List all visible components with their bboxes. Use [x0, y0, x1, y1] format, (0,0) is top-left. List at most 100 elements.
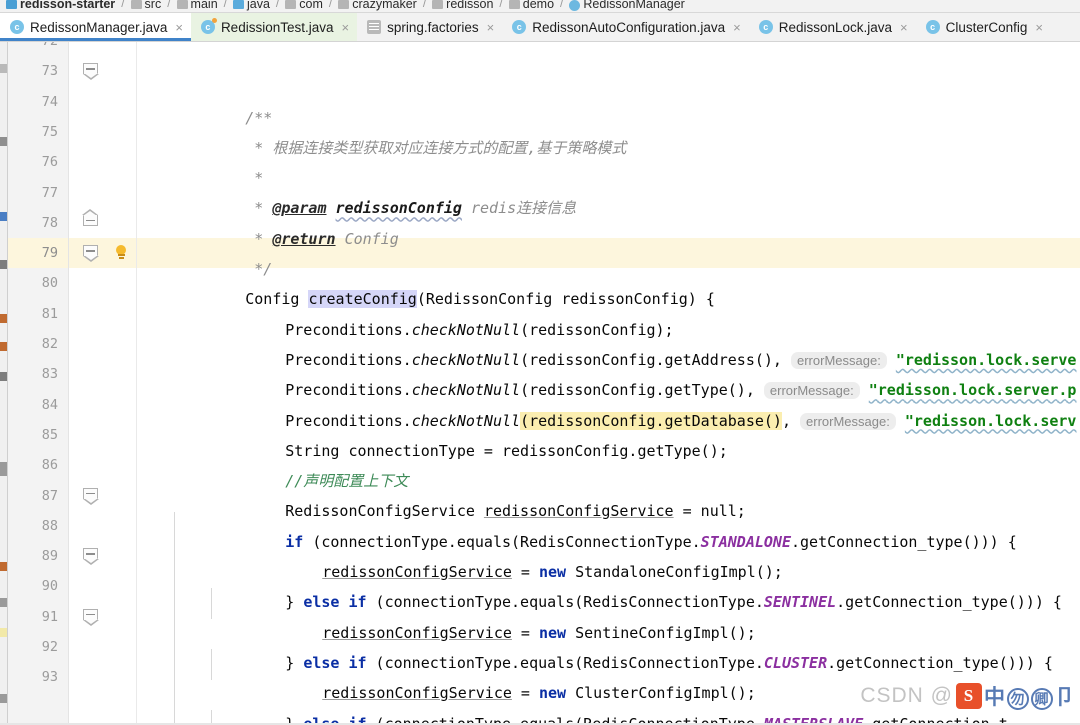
line-number-78[interactable]: 78 [42, 208, 58, 238]
line-number-75[interactable]: 75 [42, 117, 58, 147]
code-line-85[interactable]: //声明配置上下文 [213, 436, 408, 490]
folder-icon [432, 0, 444, 9]
code-line-80[interactable]: Preconditions.checkNotNull(redissonConfi… [213, 284, 673, 339]
fold-marker-column[interactable] [68, 42, 112, 725]
close-icon[interactable]: × [175, 21, 183, 34]
breadcrumb-item-redisson[interactable]: redisson [432, 0, 493, 12]
breadcrumb-item-redissonmanager[interactable]: RedissonManager [569, 0, 685, 12]
line-number-77[interactable]: 77 [42, 178, 58, 208]
code-line-89[interactable]: } else if (connectionType.equals(RedisCo… [213, 557, 1062, 611]
line-number-87[interactable]: 87 [42, 481, 58, 511]
line-number-88[interactable]: 88 [42, 511, 58, 541]
code-line-90[interactable]: redissonConfigService = new SentineConfi… [250, 587, 756, 642]
javadoc-param-desc: redis连接信息 [471, 199, 577, 218]
code-line-77[interactable]: * @return Config [182, 194, 399, 248]
line-number-89[interactable]: 89 [42, 541, 58, 571]
line-number-81[interactable]: 81 [42, 299, 58, 329]
editor-tab-label: ClusterConfig [945, 19, 1028, 35]
java-class-icon: c [10, 20, 24, 34]
line-number-84[interactable]: 84 [42, 390, 58, 420]
code-line-76[interactable]: * @param redissonConfig redis连接信息 [182, 163, 576, 217]
fold-marker-line-73[interactable] [83, 63, 99, 81]
parameter-hint[interactable]: errorMessage: [800, 412, 896, 430]
breadcrumb-item-com[interactable]: com [285, 0, 323, 12]
line-number-72[interactable]: 72 [42, 42, 58, 56]
editor-tab-redissonmanager-java[interactable]: c RedissonManager.java × [0, 13, 191, 41]
editor-tab-spring-factories[interactable]: spring.factories × [357, 13, 502, 41]
code-line-82[interactable]: Preconditions.checkNotNull(redissonConfi… [213, 345, 1076, 400]
code-line-91[interactable]: } else if (connectionType.equals(RedisCo… [213, 618, 1053, 672]
code-line-79[interactable]: Config createConfig(RedissonConfig redis… [173, 254, 715, 309]
folder-icon [508, 0, 520, 9]
code-line-88[interactable]: redissonConfigService = new StandaloneCo… [250, 527, 783, 581]
fold-marker-line-79[interactable] [83, 245, 99, 263]
module-icon [6, 0, 17, 9]
breadcrumb-item-main[interactable]: main [176, 0, 218, 12]
code-line-81[interactable]: Preconditions.checkNotNull(redissonConfi… [213, 315, 1076, 369]
code-editor[interactable]: 7273747576777879808182838485868788899091… [0, 42, 1080, 725]
close-icon[interactable]: × [900, 21, 908, 34]
line-number-73[interactable]: 73 [42, 56, 58, 86]
code-line-78[interactable]: */ [182, 224, 272, 278]
code-line-92[interactable]: redissonConfigService = new ClusterConfi… [250, 648, 756, 702]
editor-tab-clusterconfig[interactable]: c ClusterConfig × [916, 13, 1051, 41]
editor-tab-redissonlock-java[interactable]: c RedissonLock.java × [749, 13, 916, 41]
breadcrumb-separator: / [560, 0, 564, 10]
fold-marker-line-78[interactable] [83, 214, 98, 230]
editor-tab-redissonautoconfiguration-java[interactable]: c RedissonAutoConfiguration.java × [502, 13, 748, 41]
code-line-83[interactable]: Preconditions.checkNotNull(redissonConfi… [213, 375, 1076, 430]
line-number-76[interactable]: 76 [42, 147, 58, 177]
breadcrumb-separator: / [121, 0, 125, 10]
breadcrumb-item-label: crazymaker [352, 0, 417, 11]
close-icon[interactable]: × [342, 21, 350, 34]
line-number-79[interactable]: 79 [42, 238, 58, 268]
breadcrumb-item-label: RedissonManager [583, 0, 685, 11]
code-line-93[interactable]: } else if (connectionType.equals(RedisCo… [213, 678, 1007, 725]
line-number-90[interactable]: 90 [42, 571, 58, 601]
code-line-87[interactable]: if (connectionType.equals(RedisConnectio… [213, 497, 1017, 551]
code-line-73[interactable]: /** [173, 72, 272, 127]
fold-marker-line-87[interactable] [83, 487, 99, 505]
intention-bulb-icon[interactable] [112, 244, 130, 262]
code-text-area[interactable]: /** * 根据连接类型获取对应连接方式的配置,基于策略模式 * * @para… [137, 42, 1080, 725]
line-number-92[interactable]: 92 [42, 632, 58, 662]
line-number-83[interactable]: 83 [42, 359, 58, 389]
java-test-class-icon: c [200, 18, 217, 34]
breadcrumb-item-crazymaker[interactable]: crazymaker [338, 0, 417, 12]
code-line-75[interactable]: * [182, 133, 263, 187]
breadcrumb-separator: / [499, 0, 503, 10]
breadcrumb-item-label: demo [522, 0, 555, 11]
line-number-82[interactable]: 82 [42, 329, 58, 359]
breadcrumb-item-redisson-starter[interactable]: redisson-starter [6, 0, 115, 12]
breadcrumb[interactable]: redisson-starter / src / main / java / com / crazy… [0, 0, 1080, 13]
line-number-93[interactable]: 93 [42, 662, 58, 692]
breadcrumb-item-java[interactable]: java [232, 0, 270, 12]
code-line-74[interactable]: * 根据连接类型获取对应连接方式的配置,基于策略模式 [182, 103, 626, 157]
breadcrumb-item-label: java [246, 0, 270, 11]
close-icon[interactable]: × [733, 21, 741, 34]
breadcrumb-separator: / [223, 0, 227, 10]
line-number-91[interactable]: 91 [42, 602, 58, 632]
close-icon[interactable]: × [487, 21, 495, 34]
close-icon[interactable]: × [1035, 21, 1043, 34]
editor-tab-redissiontest-java[interactable]: c RedissionTest.java × [190, 13, 358, 41]
fold-marker-line-91[interactable] [83, 608, 99, 626]
breadcrumb-item-demo[interactable]: demo [508, 0, 555, 12]
line-number-85[interactable]: 85 [42, 420, 58, 450]
editor-tab-bar[interactable]: c RedissonManager.java × c RedissionTest.jav… [0, 13, 1080, 42]
line-number-80[interactable]: 80 [42, 268, 58, 298]
fold-marker-line-89[interactable] [83, 548, 99, 566]
code-line-84[interactable]: String connectionType = redissonConfig.g… [213, 406, 728, 460]
line-number-74[interactable]: 74 [42, 87, 58, 117]
breadcrumb-item-src[interactable]: src [130, 0, 161, 12]
indent-guide [211, 649, 212, 680]
editor-tab-label: RedissonManager.java [30, 19, 168, 35]
editor-tab-label: spring.factories [387, 19, 479, 35]
line-number-86[interactable]: 86 [42, 450, 58, 480]
inspection-gutter[interactable] [112, 42, 137, 725]
code-line-86[interactable]: RedissonConfigService redissonConfigServ… [213, 466, 746, 520]
tool-window-strip[interactable] [0, 42, 8, 725]
class-icon [569, 0, 581, 11]
line-number-gutter[interactable]: 7273747576777879808182838485868788899091… [8, 42, 68, 725]
ide-window: redisson-starter / src / main / java / com / crazy… [0, 0, 1080, 725]
